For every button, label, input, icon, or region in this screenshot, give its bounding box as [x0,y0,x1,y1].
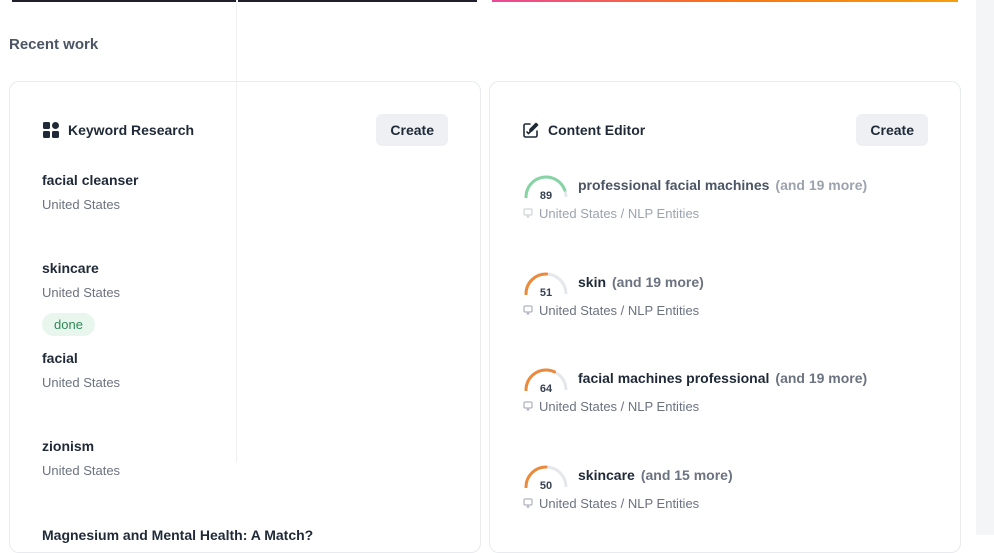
score-value: 89 [539,190,553,202]
meta-text: United States / NLP Entities [539,206,700,221]
content-title[interactable]: professional facial machines [578,177,769,193]
list-item[interactable]: Magnesium and Mental Health: A Match? [42,527,313,543]
keyword-name[interactable]: zionism [42,438,120,454]
content-name[interactable]: skin (and 19 more) [578,274,704,290]
content-editor-card: Content Editor Create 89 professional fa… [489,81,961,553]
top-border-segment [238,0,477,2]
keyword-country: United States [42,463,121,478]
monitor-icon [523,399,533,414]
list-item[interactable]: 64 facial machines professional (and 19 m… [523,367,943,427]
card-header: Content Editor Create [522,114,928,146]
content-name[interactable]: facial machines professional (and 19 more… [578,370,867,386]
keyword-name[interactable]: Magnesium and Mental Health: A Match? [42,527,313,543]
content-meta: United States / NLP Entities [523,399,699,414]
meta-text: United States / NLP Entities [539,303,700,318]
meta-text: United States / NLP Entities [539,496,700,511]
score-value: 64 [539,383,553,395]
content-title[interactable]: skin [578,274,606,290]
keyword-country: United States [42,375,121,390]
more-count: (and 19 more) [612,274,704,290]
content-title[interactable]: facial machines professional [578,370,769,386]
list-item[interactable]: 89 professional facial machines (and 19 m… [523,174,943,234]
keyword-name[interactable]: skincare [42,260,120,276]
card-title: Keyword Research [68,122,195,138]
list-item[interactable]: facial cleanser United States [42,172,139,212]
edit-document-icon [522,121,540,139]
grid-icon [42,121,60,139]
more-count: (and 15 more) [640,467,733,483]
card-header: Keyword Research Create [42,114,448,146]
create-content-editor-button[interactable]: Create [856,114,928,146]
keyword-country: United States [42,285,121,300]
keyword-name[interactable]: facial cleanser [42,172,139,188]
monitor-icon [523,206,533,221]
score-value: 50 [539,480,553,492]
content-name[interactable]: skincare (and 15 more) [578,467,733,483]
list-item[interactable]: zionism United States [42,438,120,478]
create-keyword-research-button[interactable]: Create [376,114,448,146]
list-item[interactable]: 50 skincare (and 15 more) United States /… [523,464,943,524]
scrollbar-track[interactable] [976,0,994,535]
top-gradient-border [492,0,958,2]
section-title: Recent work [9,36,99,53]
list-item[interactable]: facial United States [42,350,120,390]
content-name[interactable]: professional facial machines (and 19 more… [578,177,867,193]
content-title[interactable]: skincare [578,467,635,483]
keyword-research-card: Keyword Research Create facial cleanser … [9,81,481,553]
keyword-country: United States [42,197,121,212]
list-item[interactable]: skincare United States [42,260,120,300]
more-count: (and 19 more) [775,370,868,386]
content-meta: United States / NLP Entities [523,303,699,318]
monitor-icon [523,496,533,511]
more-count: (and 19 more) [775,177,868,193]
keyword-name[interactable]: facial [42,350,120,366]
monitor-icon [523,303,533,318]
status-badge: done [42,313,95,336]
score-value: 51 [539,287,553,299]
content-meta: United States / NLP Entities [523,496,699,511]
top-border-segment [12,0,236,2]
meta-text: United States / NLP Entities [539,399,700,414]
list-item[interactable]: 51 skin (and 19 more) United States / NLP… [523,271,943,331]
card-title: Content Editor [548,122,646,138]
content-meta: United States / NLP Entities [523,206,699,221]
